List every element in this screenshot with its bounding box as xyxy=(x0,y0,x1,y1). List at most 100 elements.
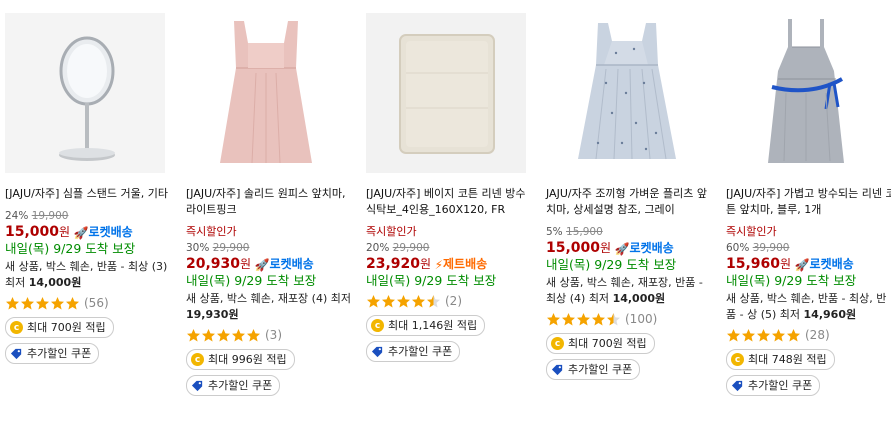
jet-icon: ⚡ xyxy=(434,258,444,272)
star-icon xyxy=(382,294,395,307)
star-icon xyxy=(607,312,620,325)
reward-badge: c 최대 700원 적립 xyxy=(5,317,114,338)
product-name[interactable]: [JAJU/자주] 솔리드 원피스 앞치마, 라이트핑크 xyxy=(186,186,356,218)
reward-row: c 최대 700원 적립 xyxy=(546,333,716,354)
star-icon xyxy=(21,296,34,309)
coin-icon: c xyxy=(551,337,564,350)
rocket-icon: 🚀 xyxy=(794,258,810,272)
coupon-badge[interactable]: 추가할인 쿠폰 xyxy=(5,343,100,364)
coupon-badge[interactable]: 추가할인 쿠폰 xyxy=(186,375,281,396)
reward-badge: c 최대 748원 적립 xyxy=(726,349,835,370)
rating: (2) xyxy=(366,293,536,309)
star-icon xyxy=(547,312,560,325)
star-icon xyxy=(562,312,575,325)
stars xyxy=(726,328,801,343)
coupon-tag-icon xyxy=(10,348,22,360)
product-image-pleated-apron[interactable] xyxy=(546,13,706,173)
price-row: 23,920원 ⚡제트배송 xyxy=(366,256,536,273)
price-origin: 24% 19,900 xyxy=(5,208,175,224)
product-image-tablecloth[interactable] xyxy=(366,13,526,173)
rocket-icon: 🚀 xyxy=(254,258,270,272)
star-icon xyxy=(232,328,245,341)
review-count[interactable]: (100) xyxy=(625,311,657,327)
coupon-badge[interactable]: 추가할인 쿠폰 xyxy=(726,375,821,396)
price-row: 20,930원 🚀로켓배송 xyxy=(186,256,356,273)
star-icon xyxy=(51,296,64,309)
used-condition[interactable]: 새 상품, 박스 훼손, 재포장, 반품 - 최상 (4) 최저 14,000원 xyxy=(546,275,716,307)
product-grid: [JAJU/자주] 심플 스탠드 거울, 기타 24% 19,900 15,00… xyxy=(0,0,891,445)
discount-rate: 20% xyxy=(366,242,390,254)
star-icon xyxy=(577,312,590,325)
base-price: 15,900 xyxy=(566,226,603,238)
discount-rate: 24% xyxy=(5,210,29,222)
stars xyxy=(186,328,261,343)
star-icon xyxy=(787,328,800,341)
rating: (28) xyxy=(726,327,891,343)
star-icon xyxy=(592,312,605,325)
instant-discount-tag: 즉시할인가 xyxy=(726,225,777,238)
sale-price: 15,000원 xyxy=(5,224,71,240)
star-icon xyxy=(427,294,440,307)
reward-badge: c 최대 1,146원 적립 xyxy=(366,315,486,336)
review-count[interactable]: (28) xyxy=(805,327,830,343)
coupon-row: 추가할인 쿠폰 xyxy=(186,375,356,397)
product-name[interactable]: [JAJU/자주] 베이지 코튼 리넨 방수 식탁보_4인용_160X120, … xyxy=(366,186,536,218)
star-icon xyxy=(397,294,410,307)
stars xyxy=(366,294,441,309)
rocket-icon: 🚀 xyxy=(73,226,89,240)
coupon-tag-icon xyxy=(551,364,563,376)
sale-price: 15,000원 xyxy=(546,240,612,256)
rating: (3) xyxy=(186,327,356,343)
rocket-badge: 🚀로켓배송 xyxy=(254,257,314,272)
used-condition[interactable]: 새 상품, 박스 훼손, 반품 - 최상, 반품 - 상 (5) 최저 14,9… xyxy=(726,291,891,323)
coin-icon: c xyxy=(191,353,204,366)
star-icon xyxy=(727,328,740,341)
coupon-tag-icon xyxy=(731,380,743,392)
price-row: 15,960원 🚀로켓배송 xyxy=(726,256,891,273)
rating: (100) xyxy=(546,311,716,327)
coupon-badge[interactable]: 추가할인 쿠폰 xyxy=(546,359,641,380)
reward-badge: c 최대 700원 적립 xyxy=(546,333,655,354)
product-name[interactable]: [JAJU/자주] 가볍고 방수되는 리넨 코튼 앞치마, 블루, 1개 xyxy=(726,186,891,218)
rocket-icon: 🚀 xyxy=(614,242,630,256)
star-icon xyxy=(6,296,19,309)
product-name[interactable]: [JAJU/자주] 심플 스탠드 거울, 기타 xyxy=(5,186,175,202)
reward-row: c 최대 996원 적립 xyxy=(186,349,356,370)
rating: (56) xyxy=(5,295,175,311)
discount-rate: 5% xyxy=(546,226,563,238)
review-count[interactable]: (2) xyxy=(445,293,462,309)
reward-row: c 최대 700원 적립 xyxy=(5,317,175,338)
sale-price: 23,920원 xyxy=(366,256,432,272)
used-condition[interactable]: 새 상품, 박스 훼손, 재포장 (4) 최저 19,930원 xyxy=(186,291,356,323)
star-icon xyxy=(217,328,230,341)
product-image-mirror[interactable] xyxy=(5,13,165,173)
coupon-badge[interactable]: 추가할인 쿠폰 xyxy=(366,341,461,362)
reward-row: c 최대 748원 적립 xyxy=(726,349,891,370)
star-icon xyxy=(187,328,200,341)
rocket-badge: 🚀로켓배송 xyxy=(794,257,854,272)
review-count[interactable]: (56) xyxy=(84,295,109,311)
stars xyxy=(546,312,621,327)
coin-icon: c xyxy=(10,321,23,334)
product-image-linen-apron[interactable] xyxy=(726,13,886,173)
rocket-badge: 🚀로켓배송 xyxy=(614,241,674,256)
coupon-row: 추가할인 쿠폰 xyxy=(366,341,536,363)
star-icon xyxy=(772,328,785,341)
delivery-date: 내일(목) 9/29 도착 보장 xyxy=(726,273,857,288)
reward-badge: c 최대 996원 적립 xyxy=(186,349,295,370)
price-origin: 30% 29,900 xyxy=(186,240,356,256)
instant-discount-tag: 즉시할인가 xyxy=(366,225,417,238)
delivery-date: 내일(목) 9/29 도착 보장 xyxy=(5,241,136,256)
delivery-date: 내일(목) 9/29 도착 보장 xyxy=(186,273,317,288)
coupon-tag-icon xyxy=(371,346,383,358)
review-count[interactable]: (3) xyxy=(265,327,282,343)
stars xyxy=(5,296,80,311)
coupon-row: 추가할인 쿠폰 xyxy=(726,375,891,397)
used-condition[interactable]: 새 상품, 박스 훼손, 반품 - 최상 (3) 최저 14,000원 xyxy=(5,259,175,291)
star-icon xyxy=(742,328,755,341)
product-name[interactable]: JAJU/자주 조끼형 가벼운 플리츠 앞치마, 상세설명 참조, 그레이 xyxy=(546,186,716,218)
star-icon xyxy=(247,328,260,341)
product-image-pink-apron[interactable] xyxy=(186,13,346,173)
star-icon xyxy=(367,294,380,307)
coin-icon: c xyxy=(731,353,744,366)
